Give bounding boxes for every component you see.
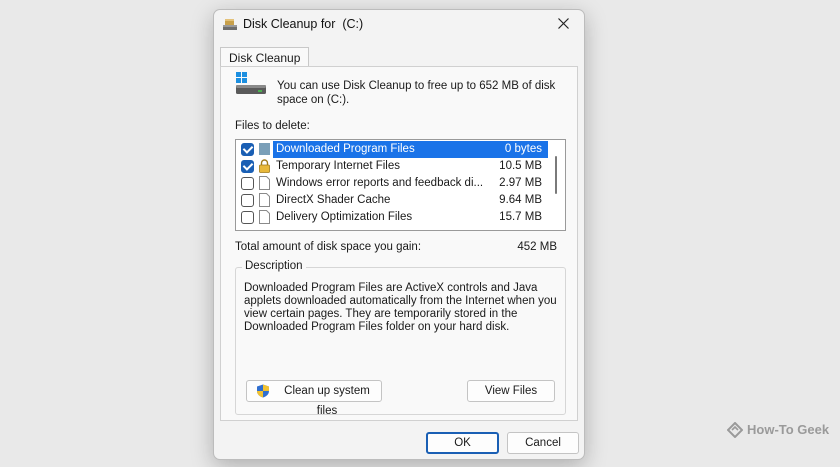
file-icon <box>259 210 270 224</box>
files-to-delete-label: Files to delete: <box>235 120 310 132</box>
file-name: Temporary Internet Files <box>276 160 400 172</box>
file-size: 0 bytes <box>504 143 542 155</box>
list-item[interactable]: Windows error reports and feedback di...… <box>236 175 552 192</box>
file-name: Delivery Optimization Files <box>276 211 413 223</box>
lock-icon <box>259 159 270 173</box>
tab-disk-cleanup[interactable]: Disk Cleanup <box>220 47 310 67</box>
checkbox[interactable] <box>241 194 254 207</box>
disk-cleanup-panel: You can use Disk Cleanup to free up to 6… <box>220 66 578 421</box>
disk-cleanup-app-icon <box>223 19 237 30</box>
description-legend: Description <box>242 260 306 272</box>
disk-cleanup-dialog: Disk Cleanup for (C:) Disk Cleanup You c… <box>213 9 585 460</box>
uac-shield-icon <box>257 384 269 398</box>
file-size: 15.7 MB <box>499 211 542 223</box>
scrollbar-thumb[interactable] <box>555 156 557 194</box>
drive-icon <box>236 72 266 94</box>
button-label: Clean up system files <box>284 385 370 417</box>
file-name: Downloaded Program Files <box>276 143 415 155</box>
window-title: Disk Cleanup for (C:) <box>243 17 364 31</box>
checkbox[interactable] <box>241 160 254 173</box>
file-name: DirectX Shader Cache <box>276 194 391 206</box>
list-item[interactable]: Temporary Internet Files 10.5 MB <box>236 158 552 175</box>
clean-up-system-files-button[interactable]: Clean up system files <box>246 380 382 417</box>
description-text: Downloaded Program Files are ActiveX con… <box>244 282 557 333</box>
watermark-text: How-To Geek <box>747 422 830 437</box>
description-group: Description Downloaded Program Files are… <box>235 260 566 417</box>
file-size: 9.64 MB <box>499 194 542 206</box>
folder-icon <box>259 143 270 155</box>
ok-button[interactable]: OK <box>426 432 499 454</box>
file-icon <box>259 176 270 190</box>
checkbox[interactable] <box>241 211 254 224</box>
list-item[interactable]: DirectX Shader Cache 9.64 MB <box>236 192 552 209</box>
view-files-button[interactable]: View Files <box>467 380 555 402</box>
how-to-geek-logo-icon <box>727 422 743 438</box>
title-bar[interactable]: Disk Cleanup for (C:) <box>214 10 584 38</box>
files-to-delete-list[interactable]: Downloaded Program Files 0 bytes Tempora… <box>235 139 566 231</box>
list-item[interactable]: Downloaded Program Files 0 bytes <box>236 141 552 158</box>
total-space-label: Total amount of disk space you gain: <box>235 241 422 253</box>
checkbox[interactable] <box>241 177 254 190</box>
intro-text: You can use Disk Cleanup to free up to 6… <box>277 80 556 106</box>
cancel-button[interactable]: Cancel <box>507 432 579 454</box>
list-item[interactable]: Delivery Optimization Files 15.7 MB <box>236 209 552 226</box>
close-button[interactable] <box>550 13 578 35</box>
file-size: 2.97 MB <box>499 177 542 189</box>
total-space-value: 452 MB <box>517 241 557 253</box>
checkbox[interactable] <box>241 143 254 156</box>
file-icon <box>259 193 270 207</box>
close-icon <box>558 18 569 29</box>
file-size: 10.5 MB <box>499 160 542 172</box>
file-name: Windows error reports and feedback di... <box>276 177 484 189</box>
